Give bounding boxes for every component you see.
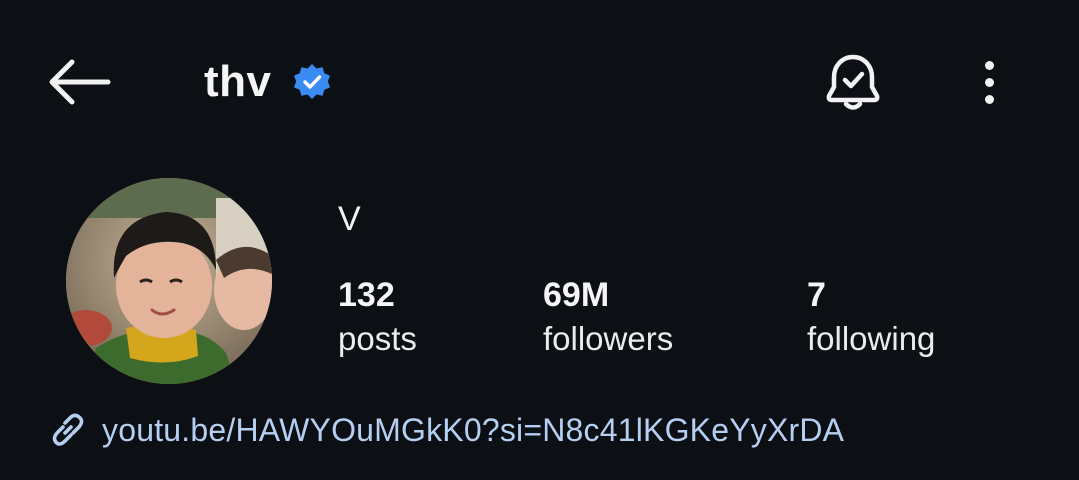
- arrow-left-icon: [49, 59, 111, 105]
- posts-count: 132: [338, 276, 395, 314]
- notification-bell-button[interactable]: [820, 50, 886, 116]
- profile-header-title: thv: [204, 52, 332, 112]
- stat-following[interactable]: 7 following: [807, 274, 935, 362]
- verified-badge-icon: [293, 64, 330, 99]
- profile-avatar[interactable]: [66, 178, 272, 384]
- avatar-photo: [66, 178, 272, 384]
- profile-link-text: youtu.be/HAWYOuMGkK0?si=N8c41lKGKeYyXrDA: [102, 411, 845, 448]
- following-count: 7: [807, 276, 826, 314]
- more-options-button[interactable]: [968, 52, 1010, 112]
- more-vertical-icon-dot: [984, 77, 994, 87]
- following-label: following: [807, 320, 936, 357]
- bell-check-icon: [826, 54, 880, 110]
- more-vertical-icon: [984, 60, 994, 70]
- display-name: V: [338, 200, 361, 238]
- username: thv: [204, 57, 272, 106]
- followers-count: 69M: [543, 276, 610, 314]
- back-button[interactable]: [44, 52, 114, 112]
- stat-posts[interactable]: 132 posts: [338, 274, 417, 362]
- profile-link[interactable]: youtu.be/HAWYOuMGkK0?si=N8c41lKGKeYyXrDA: [46, 404, 844, 456]
- posts-label: posts: [338, 320, 417, 357]
- more-vertical-icon-dot: [984, 94, 994, 104]
- link-icon: [52, 413, 84, 446]
- followers-label: followers: [543, 320, 674, 357]
- stat-followers[interactable]: 69M followers: [543, 274, 673, 362]
